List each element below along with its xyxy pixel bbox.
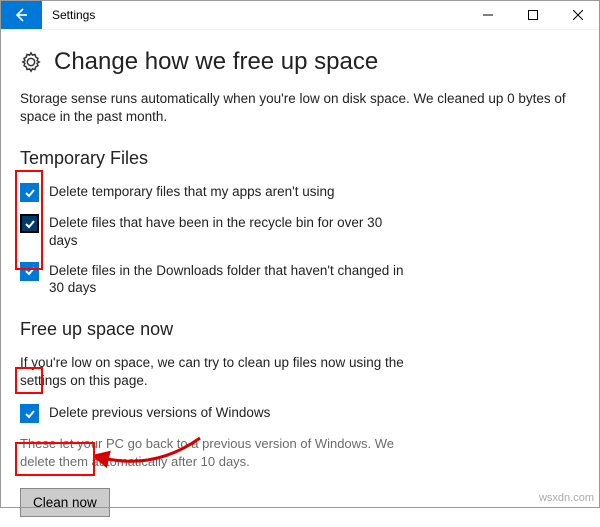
arrow-left-icon bbox=[13, 7, 29, 23]
check-icon bbox=[24, 218, 36, 230]
option-label: Delete files that have been in the recyc… bbox=[49, 214, 409, 249]
option-label: Delete previous versions of Windows bbox=[49, 404, 270, 422]
check-icon bbox=[24, 408, 36, 420]
checkbox-delete-previous-windows[interactable] bbox=[20, 404, 39, 423]
app-title: Settings bbox=[42, 0, 465, 29]
clean-now-button[interactable]: Clean now bbox=[20, 488, 110, 517]
intro-text: Storage sense runs automatically when yo… bbox=[20, 90, 580, 126]
maximize-icon bbox=[528, 10, 538, 20]
page-header: Change how we free up space bbox=[20, 48, 580, 76]
section-free-up-now-title: Free up space now bbox=[20, 319, 580, 340]
option-label: Delete files in the Downloads folder tha… bbox=[49, 262, 409, 297]
minimize-icon bbox=[483, 10, 493, 20]
option-delete-recycle-bin[interactable]: Delete files that have been in the recyc… bbox=[20, 214, 580, 249]
previous-windows-note: These let your PC go back to a previous … bbox=[20, 435, 420, 470]
back-button[interactable] bbox=[0, 0, 42, 29]
check-icon bbox=[24, 187, 36, 199]
option-delete-previous-windows[interactable]: Delete previous versions of Windows bbox=[20, 404, 580, 423]
close-icon bbox=[573, 10, 583, 20]
close-button[interactable] bbox=[555, 0, 600, 29]
checkbox-delete-recycle-bin[interactable] bbox=[20, 214, 39, 233]
section-temporary-files-title: Temporary Files bbox=[20, 148, 580, 169]
option-label: Delete temporary files that my apps aren… bbox=[49, 183, 334, 201]
page-title: Change how we free up space bbox=[54, 48, 378, 76]
gear-icon bbox=[20, 51, 42, 73]
checkbox-delete-temp-files[interactable] bbox=[20, 183, 39, 202]
maximize-button[interactable] bbox=[510, 0, 555, 29]
titlebar: Settings bbox=[0, 0, 600, 30]
content-area: Change how we free up space Storage sens… bbox=[0, 30, 600, 527]
option-delete-temp-files[interactable]: Delete temporary files that my apps aren… bbox=[20, 183, 580, 202]
watermark: wsxdn.com bbox=[539, 492, 594, 504]
checkbox-delete-downloads[interactable] bbox=[20, 262, 39, 281]
minimize-button[interactable] bbox=[465, 0, 510, 29]
option-delete-downloads[interactable]: Delete files in the Downloads folder tha… bbox=[20, 262, 580, 297]
free-up-body-text: If you're low on space, we can try to cl… bbox=[20, 354, 420, 390]
check-icon bbox=[24, 265, 36, 277]
